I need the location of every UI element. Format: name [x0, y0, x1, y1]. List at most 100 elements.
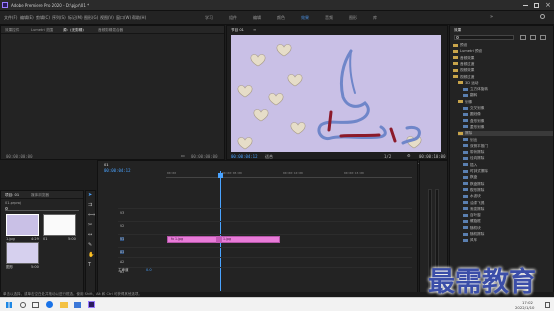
taskbar-search-icon[interactable]: [20, 302, 26, 308]
effects-tree-item[interactable]: 百叶窗: [463, 213, 481, 218]
menu-more-icon[interactable]: »: [490, 14, 493, 20]
effects-tab[interactable]: 效果: [454, 28, 461, 33]
razor-icon[interactable]: ✂: [88, 223, 92, 228]
search-icon[interactable]: [540, 14, 545, 19]
effects-tree-item[interactable]: 音频过渡: [453, 62, 474, 67]
menu-item[interactable]: 序列(S): [52, 15, 66, 21]
effects-tree-item[interactable]: Lumetri 预设: [453, 49, 482, 54]
workspace-tab[interactable]: 库: [373, 15, 377, 21]
windows-start-icon[interactable]: [6, 302, 12, 308]
effects-tree-item[interactable]: 风车: [463, 238, 477, 243]
explorer-icon[interactable]: [60, 302, 68, 308]
effects-tree-item[interactable]: 螺旋框: [463, 219, 481, 224]
effects-tree-item[interactable]: 径向擦除: [463, 156, 484, 161]
workspace-tab[interactable]: 效果: [301, 15, 309, 21]
new-preset-icon[interactable]: [530, 35, 536, 40]
type-icon[interactable]: T: [88, 263, 91, 268]
effects-tree-item[interactable]: 视频效果: [453, 68, 474, 73]
effects-tree-item[interactable]: 随机擦除: [463, 232, 484, 237]
workspace-tab[interactable]: 音频: [325, 15, 333, 21]
track-label[interactable]: V2: [120, 224, 124, 228]
clock-date[interactable]: 2022/1/10: [515, 305, 534, 310]
menu-item[interactable]: 帮助(H): [132, 15, 146, 21]
effects-tree-item[interactable]: 3D 运动: [458, 81, 478, 86]
menu-item[interactable]: 视图(V): [100, 15, 114, 21]
workspace-tab[interactable]: 组件: [229, 15, 237, 21]
effects-tree-item[interactable]: 翻转: [463, 93, 477, 98]
source-tab[interactable]: Lumetri 范围: [31, 28, 53, 33]
program-tab[interactable]: 节目 01: [231, 28, 244, 33]
effects-tree-item[interactable]: 视频过渡: [453, 75, 474, 80]
timeline-playhead[interactable]: [218, 173, 223, 178]
hand-icon[interactable]: ✋: [88, 253, 94, 258]
quality-dropdown[interactable]: 1/2: [384, 154, 391, 159]
menu-item[interactable]: 窗口(W): [116, 15, 131, 21]
new-bin-icon[interactable]: [520, 35, 526, 40]
menu-item[interactable]: 文件(F): [4, 15, 17, 21]
delete-icon[interactable]: [540, 35, 546, 40]
effects-tree-item[interactable]: 随机块: [463, 226, 481, 231]
pen-icon[interactable]: ✎: [88, 243, 92, 248]
source-tab[interactable]: 效果控件: [5, 28, 19, 33]
track-label[interactable]: A2: [120, 260, 124, 264]
thumb-01[interactable]: [43, 214, 76, 236]
effects-tree-item[interactable]: 擦除: [458, 131, 553, 137]
project-search-input[interactable]: [5, 207, 79, 211]
effects-tree-item[interactable]: 油漆飞溅: [463, 201, 484, 206]
effects-tree-item[interactable]: 盒形划像: [463, 119, 484, 124]
effects-tree-item[interactable]: 双侧平推门: [463, 144, 488, 149]
edge-icon[interactable]: [46, 301, 53, 308]
project-tab[interactable]: 项目: 01: [5, 193, 19, 198]
track-label[interactable]: A1: [120, 250, 125, 254]
menu-item[interactable]: 标记(M): [68, 15, 83, 21]
ripple-edit-icon[interactable]: ⟺: [88, 213, 95, 218]
effects-tree-item[interactable]: 棋盘擦除: [463, 182, 484, 187]
effects-tree-item[interactable]: 圆划像: [463, 112, 481, 117]
track-select-icon[interactable]: ⇉: [88, 203, 92, 208]
workspace-tab[interactable]: 图形: [349, 15, 357, 21]
source-tab[interactable]: 源：(无剪辑): [63, 28, 84, 33]
slip-icon[interactable]: ↔: [88, 233, 92, 238]
effects-tree-item[interactable]: 插入: [463, 163, 477, 168]
menu-item[interactable]: 编辑(E): [20, 15, 34, 21]
effects-tree-item[interactable]: 划像: [458, 100, 472, 105]
effects-tree-item[interactable]: 时钟式擦除: [463, 169, 488, 174]
notification-icon[interactable]: [545, 302, 550, 308]
thumb-1jpg[interactable]: [6, 214, 39, 236]
menu-item[interactable]: 剪辑(C): [36, 15, 50, 21]
effects-tree-item[interactable]: 楔形擦除: [463, 188, 484, 193]
effects-tree-item[interactable]: 立方体旋转: [463, 87, 488, 92]
timeline-playhead-line[interactable]: [220, 171, 221, 291]
effects-tree-item[interactable]: 渐变擦除: [463, 207, 484, 212]
track-label[interactable]: V1: [120, 237, 125, 241]
workspace-tab[interactable]: 学习: [205, 15, 213, 21]
project-tab[interactable]: 媒体浏览器: [31, 193, 49, 198]
export-frame-icon[interactable]: ▭: [181, 153, 185, 158]
premiere-taskbar-icon[interactable]: [88, 301, 95, 308]
workspace-tab[interactable]: 编辑: [253, 15, 261, 21]
program-menu-icon[interactable]: ≡: [253, 27, 256, 32]
workspace-tab[interactable]: 颜色: [277, 15, 285, 21]
effects-tree-item[interactable]: 菱形划像: [463, 125, 484, 130]
effects-search-input[interactable]: [454, 35, 514, 40]
thumb-graphic[interactable]: [6, 242, 39, 264]
effects-tree-item[interactable]: 带状擦除: [463, 150, 484, 155]
track-label[interactable]: V3: [120, 211, 124, 215]
taskview-icon[interactable]: [32, 302, 39, 308]
menu-item[interactable]: 图形(G): [84, 15, 98, 21]
effects-tree-item[interactable]: 水波块: [463, 194, 481, 199]
source-tab[interactable]: 音频剪辑混合器: [98, 28, 123, 33]
effects-tree-item[interactable]: 交叉划像: [463, 106, 484, 111]
timeline-timecode[interactable]: 00:00:04:12: [104, 168, 131, 173]
effects-tree-item[interactable]: 划出: [463, 138, 477, 143]
minimize-icon[interactable]: [523, 5, 528, 6]
timeline-tab[interactable]: 01: [104, 163, 109, 167]
effects-tree-item[interactable]: 棋盘: [463, 175, 477, 180]
effects-tree-item[interactable]: 音频效果: [453, 56, 474, 61]
maximize-icon[interactable]: [534, 3, 539, 8]
master-value[interactable]: 0.0: [146, 268, 152, 272]
transition-marker[interactable]: [216, 236, 222, 243]
close-icon[interactable]: ×: [545, 1, 551, 9]
settings-icon[interactable]: ⚙: [407, 153, 411, 158]
selection-tool-icon[interactable]: ➤: [88, 193, 92, 198]
